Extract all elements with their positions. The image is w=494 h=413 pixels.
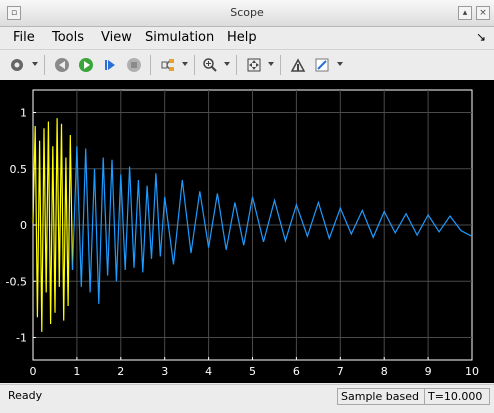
x-tick-label: 3 — [161, 365, 168, 378]
x-tick-label: 2 — [117, 365, 124, 378]
x-tick-label: 1 — [73, 365, 80, 378]
parameters-gear-icon[interactable] — [7, 55, 27, 75]
x-tick-label: 0 — [30, 365, 37, 378]
y-tick-label: 0 — [20, 219, 27, 232]
style-dropdown-icon[interactable] — [337, 62, 343, 66]
window-menu-icon[interactable]: ▫ — [7, 6, 21, 20]
toolbar-separator — [150, 55, 151, 75]
run-icon[interactable] — [76, 55, 96, 75]
dock-arrow-icon[interactable]: ↘ — [476, 30, 486, 44]
y-tick-label: 1 — [20, 107, 27, 120]
autoscale-icon[interactable] — [244, 55, 264, 75]
x-tick-label: 5 — [249, 365, 256, 378]
x-tick-label: 10 — [465, 365, 479, 378]
step-back-icon[interactable] — [52, 55, 72, 75]
status-time: T=10.000 — [424, 388, 490, 405]
x-tick-label: 7 — [337, 365, 344, 378]
x-tick-label: 6 — [293, 365, 300, 378]
parameters-dropdown-icon[interactable] — [32, 62, 38, 66]
toolbar-separator — [280, 55, 281, 75]
window-title: Scope — [230, 6, 264, 19]
toolbar-separator — [44, 55, 45, 75]
zoom-dropdown-icon[interactable] — [224, 62, 230, 66]
menu-simulation[interactable]: Simulation — [145, 30, 214, 45]
x-tick-label: 4 — [205, 365, 212, 378]
minimize-icon[interactable]: ▴ — [458, 6, 472, 20]
title-bar: Scope ▫ ▴ × — [0, 0, 494, 27]
scope-plot: 0 1 2 3 4 5 6 7 8 9 10 1 0.5 0 -0.5 -1 — [6, 89, 479, 378]
highlight-block-icon[interactable] — [288, 55, 308, 75]
menu-bar: File Tools View Simulation Help ↘ — [0, 27, 494, 49]
y-tick-label: -1 — [16, 332, 27, 345]
status-bar: Ready Sample based T=10.000 — [0, 384, 494, 413]
status-mode: Sample based — [337, 388, 425, 405]
menu-tools[interactable]: Tools — [52, 30, 84, 45]
close-icon[interactable]: × — [476, 6, 490, 20]
signal-selector-dropdown-icon[interactable] — [182, 62, 188, 66]
status-ready: Ready — [8, 389, 43, 402]
style-edit-icon[interactable] — [312, 55, 332, 75]
zoom-icon[interactable] — [200, 55, 220, 75]
toolbar-separator — [194, 55, 195, 75]
scope-display[interactable]: 0 1 2 3 4 5 6 7 8 9 10 1 0.5 0 -0.5 -1 — [0, 80, 494, 383]
x-tick-label: 9 — [425, 365, 432, 378]
step-forward-icon[interactable] — [100, 55, 120, 75]
y-tick-label: -0.5 — [6, 275, 27, 288]
toolbar — [0, 49, 494, 81]
menu-file[interactable]: File — [13, 30, 35, 45]
toolbar-separator — [236, 55, 237, 75]
menu-view[interactable]: View — [101, 30, 132, 45]
y-tick-label: 0.5 — [10, 163, 28, 176]
x-tick-label: 8 — [381, 365, 388, 378]
menu-help[interactable]: Help — [227, 30, 257, 45]
autoscale-dropdown-icon[interactable] — [268, 62, 274, 66]
signal-selector-icon[interactable] — [158, 55, 178, 75]
stop-icon[interactable] — [124, 55, 144, 75]
